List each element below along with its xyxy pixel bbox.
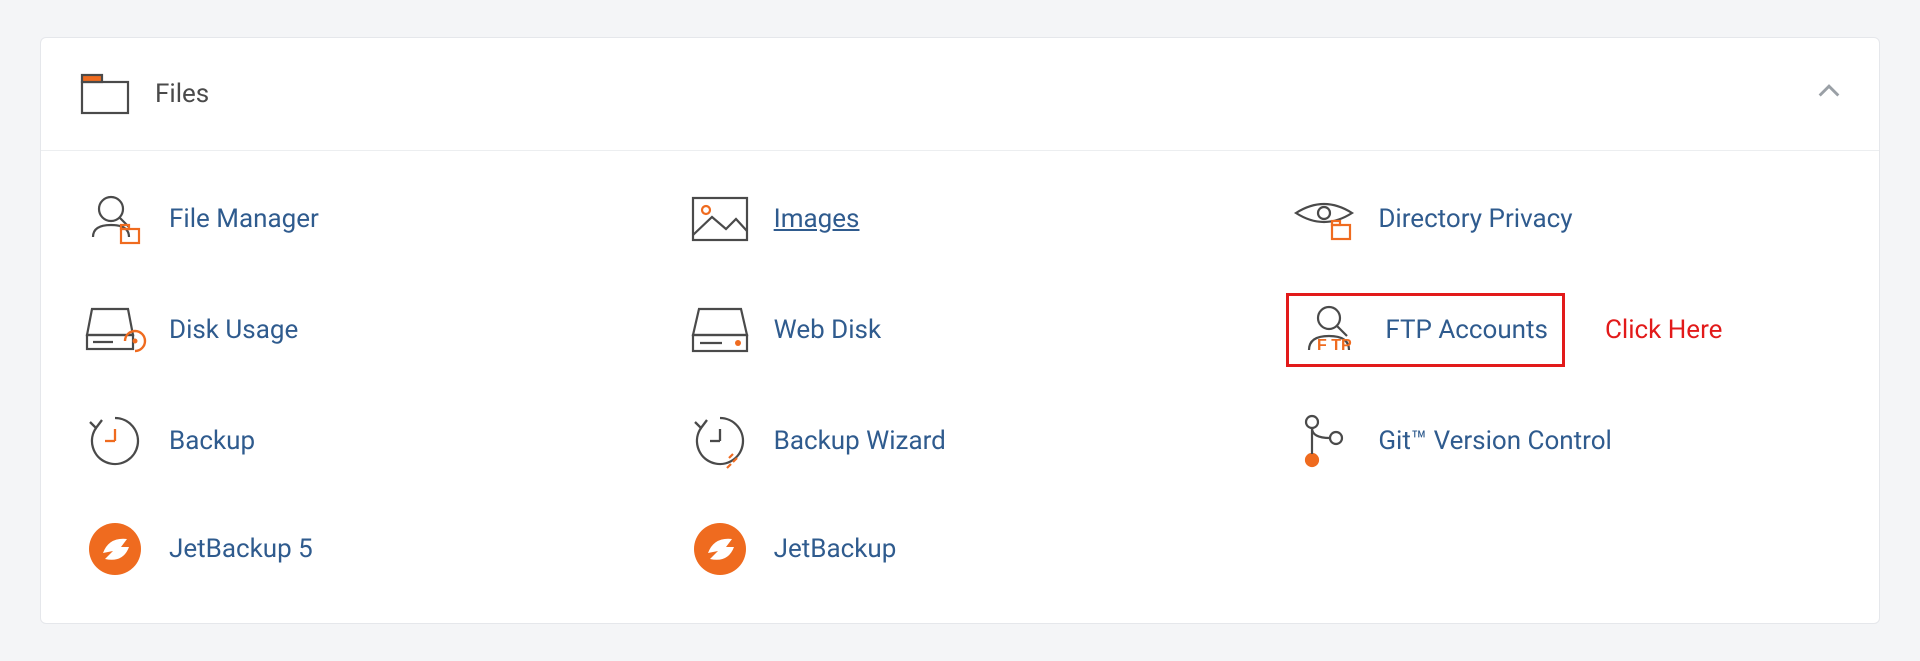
jetbackup5-label: JetBackup 5 <box>169 534 313 564</box>
files-panel-header: Files <box>41 38 1879 151</box>
git-icon <box>1296 413 1352 469</box>
ftp-accounts-icon: F TP <box>1303 302 1359 358</box>
files-panel: Files <box>40 37 1880 624</box>
ftp-accounts-link[interactable]: F TP FTP Accounts <box>1303 302 1548 358</box>
file-manager-icon <box>87 191 143 247</box>
git-version-control-link[interactable]: Git™ Version Control <box>1286 407 1622 475</box>
images-label: Images <box>774 204 860 234</box>
file-manager-label: File Manager <box>169 204 319 234</box>
backup-label: Backup <box>169 426 255 456</box>
collapse-toggle[interactable] <box>1815 78 1843 110</box>
images-link[interactable]: Images <box>682 185 870 253</box>
backup-link[interactable]: Backup <box>77 407 265 475</box>
ftp-accounts-highlight: F TP FTP Accounts <box>1286 293 1565 367</box>
backup-wizard-icon <box>692 413 748 469</box>
jetbackup-link[interactable]: JetBackup <box>682 515 907 583</box>
backup-wizard-label: Backup Wizard <box>774 426 946 456</box>
disk-usage-icon <box>87 302 143 358</box>
jetbackup-label: JetBackup <box>774 534 897 564</box>
jetbackup-icon <box>692 521 748 577</box>
jetbackup5-icon <box>87 521 143 577</box>
web-disk-link[interactable]: Web Disk <box>682 296 892 364</box>
file-manager-link[interactable]: File Manager <box>77 185 329 253</box>
directory-privacy-link[interactable]: Directory Privacy <box>1286 185 1582 253</box>
images-icon <box>692 191 748 247</box>
svg-text:F TP: F TP <box>1317 337 1352 354</box>
directory-privacy-label: Directory Privacy <box>1378 204 1572 234</box>
backup-wizard-link[interactable]: Backup Wizard <box>682 407 956 475</box>
files-grid: File Manager Images <box>41 151 1879 623</box>
directory-privacy-icon <box>1296 191 1352 247</box>
jetbackup5-link[interactable]: JetBackup 5 <box>77 515 323 583</box>
panel-title: Files <box>155 79 209 109</box>
ftp-accounts-label: FTP Accounts <box>1385 315 1548 345</box>
disk-usage-label: Disk Usage <box>169 315 298 345</box>
backup-icon <box>87 413 143 469</box>
click-here-annotation: Click Here <box>1605 315 1723 345</box>
web-disk-icon <box>692 302 748 358</box>
disk-usage-link[interactable]: Disk Usage <box>77 296 308 364</box>
web-disk-label: Web Disk <box>774 315 882 345</box>
folder-icon <box>77 66 133 122</box>
git-label: Git™ Version Control <box>1378 426 1612 456</box>
